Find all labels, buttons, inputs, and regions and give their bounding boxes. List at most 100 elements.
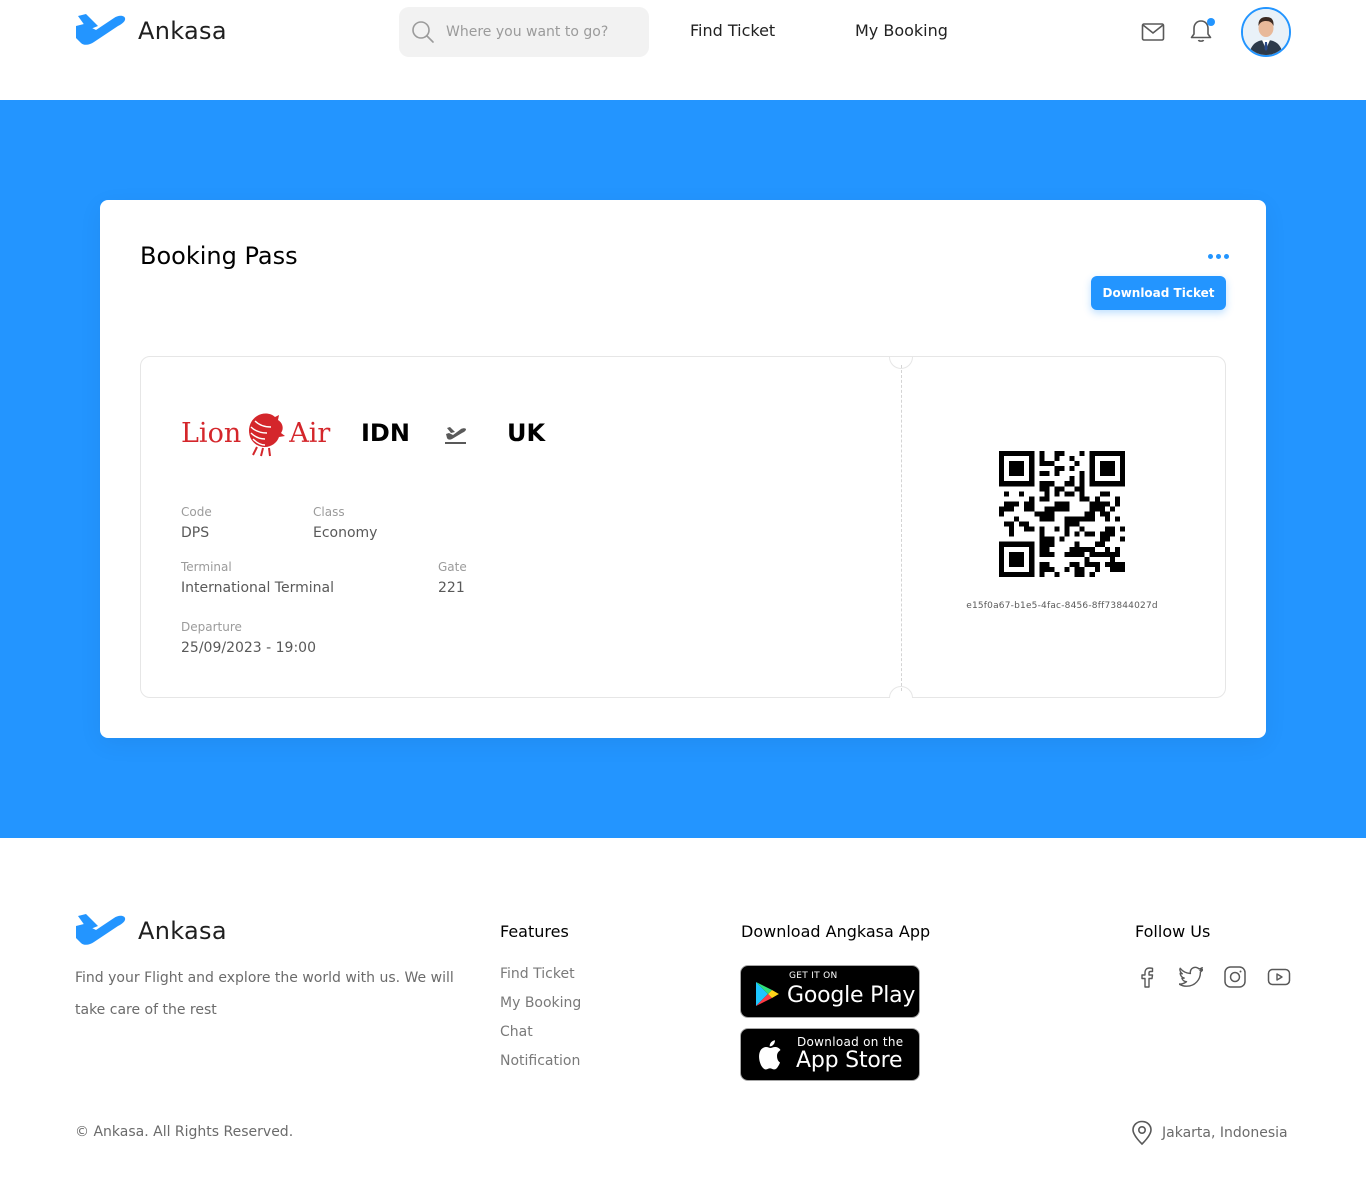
qr-module xyxy=(999,546,1005,552)
qr-module xyxy=(1039,481,1045,487)
qr-module xyxy=(1014,541,1020,547)
google-play-big-text: Google Play xyxy=(787,983,916,1008)
qr-module xyxy=(1009,451,1015,457)
qr-module xyxy=(1094,506,1100,512)
app-store-button[interactable]: Download on the App Store xyxy=(740,1028,920,1081)
qr-module xyxy=(1014,551,1020,557)
gate-label: Gate xyxy=(438,560,467,574)
qr-module xyxy=(1049,461,1055,467)
qr-module xyxy=(1039,511,1045,517)
qr-module xyxy=(1099,471,1105,477)
qr-module xyxy=(1079,476,1085,482)
qr-module xyxy=(1049,506,1055,512)
qr-code xyxy=(999,451,1125,577)
more-options-button[interactable] xyxy=(1208,254,1229,259)
qr-module xyxy=(1044,511,1050,517)
qr-module xyxy=(1109,556,1115,562)
qr-module xyxy=(1119,536,1125,542)
qr-module xyxy=(1069,456,1075,462)
qr-module xyxy=(1069,561,1075,567)
qr-module xyxy=(1119,566,1125,572)
qr-module xyxy=(1019,481,1025,487)
qr-module xyxy=(1109,526,1115,532)
qr-module xyxy=(1039,571,1045,577)
qr-module xyxy=(1069,466,1075,472)
footer-link-find-ticket[interactable]: Find Ticket xyxy=(500,966,575,982)
footer-link-chat[interactable]: Chat xyxy=(500,1024,533,1040)
search-box[interactable] xyxy=(399,7,649,57)
qr-module xyxy=(1014,556,1020,562)
brand-name: Ankasa xyxy=(138,17,227,45)
search-icon xyxy=(412,21,434,43)
qr-module xyxy=(1069,481,1075,487)
qr-module xyxy=(1104,516,1110,522)
search-input[interactable] xyxy=(446,24,636,40)
qr-module xyxy=(1084,546,1090,552)
more-dot-icon xyxy=(1224,254,1229,259)
qr-module xyxy=(1004,506,1010,512)
qr-module xyxy=(1104,531,1110,537)
qr-module xyxy=(1004,541,1010,547)
twitter-icon[interactable] xyxy=(1179,965,1203,989)
qr-module xyxy=(1074,546,1080,552)
qr-module xyxy=(1074,566,1080,572)
footer-brand[interactable]: Ankasa xyxy=(74,912,227,950)
qr-module xyxy=(1059,506,1065,512)
footer-link-notification[interactable]: Notification xyxy=(500,1053,580,1069)
follow-heading: Follow Us xyxy=(1135,922,1211,941)
qr-module xyxy=(1064,506,1070,512)
qr-module xyxy=(1044,486,1050,492)
nav-my-booking[interactable]: My Booking xyxy=(855,21,948,40)
qr-module xyxy=(1054,451,1060,457)
airline-logo-text-right: Air xyxy=(289,417,331,449)
youtube-icon[interactable] xyxy=(1267,965,1291,989)
qr-module xyxy=(1049,536,1055,542)
qr-module xyxy=(999,556,1005,562)
qr-module xyxy=(1044,546,1050,552)
google-play-button[interactable]: GET IT ON Google Play xyxy=(740,965,920,1018)
qr-module xyxy=(1099,481,1105,487)
qr-module xyxy=(1039,486,1045,492)
qr-module xyxy=(1089,511,1095,517)
qr-module xyxy=(1089,506,1095,512)
qr-module xyxy=(1099,461,1105,467)
qr-module xyxy=(1089,471,1095,477)
instagram-icon[interactable] xyxy=(1223,965,1247,989)
qr-module xyxy=(1039,461,1045,467)
qr-module xyxy=(1064,481,1070,487)
qr-module xyxy=(1109,466,1115,472)
qr-module xyxy=(1094,501,1100,507)
nav-find-ticket[interactable]: Find Ticket xyxy=(690,21,775,40)
qr-module xyxy=(1089,476,1095,482)
qr-module xyxy=(1039,566,1045,572)
qr-module xyxy=(1009,466,1015,472)
ticket: Lion Air IDN UK Code DPS Class Economy T… xyxy=(140,356,1226,698)
mail-button[interactable] xyxy=(1141,20,1165,44)
qr-module xyxy=(1014,466,1020,472)
qr-module xyxy=(999,451,1005,457)
qr-module xyxy=(1079,546,1085,552)
qr-module xyxy=(1049,541,1055,547)
qr-module xyxy=(1064,566,1070,572)
qr-module xyxy=(1064,531,1070,537)
download-ticket-button[interactable]: Download Ticket xyxy=(1091,276,1226,310)
brand-logo[interactable]: Ankasa xyxy=(74,12,227,50)
qr-module xyxy=(1029,456,1035,462)
qr-module xyxy=(1079,486,1085,492)
qr-module xyxy=(1054,486,1060,492)
qr-module xyxy=(1099,491,1105,497)
qr-module xyxy=(1089,461,1095,467)
qr-module xyxy=(1024,521,1030,527)
qr-module xyxy=(1119,456,1125,462)
footer-link-my-booking[interactable]: My Booking xyxy=(500,995,581,1011)
notification-dot xyxy=(1207,18,1215,26)
qr-module xyxy=(1109,451,1115,457)
qr-module xyxy=(999,466,1005,472)
notification-button[interactable] xyxy=(1189,18,1215,46)
qr-module xyxy=(1074,516,1080,522)
user-avatar[interactable] xyxy=(1241,7,1291,57)
facebook-icon[interactable] xyxy=(1135,965,1159,989)
qr-module xyxy=(999,506,1005,512)
qr-module xyxy=(1104,561,1110,567)
qr-module xyxy=(1039,531,1045,537)
